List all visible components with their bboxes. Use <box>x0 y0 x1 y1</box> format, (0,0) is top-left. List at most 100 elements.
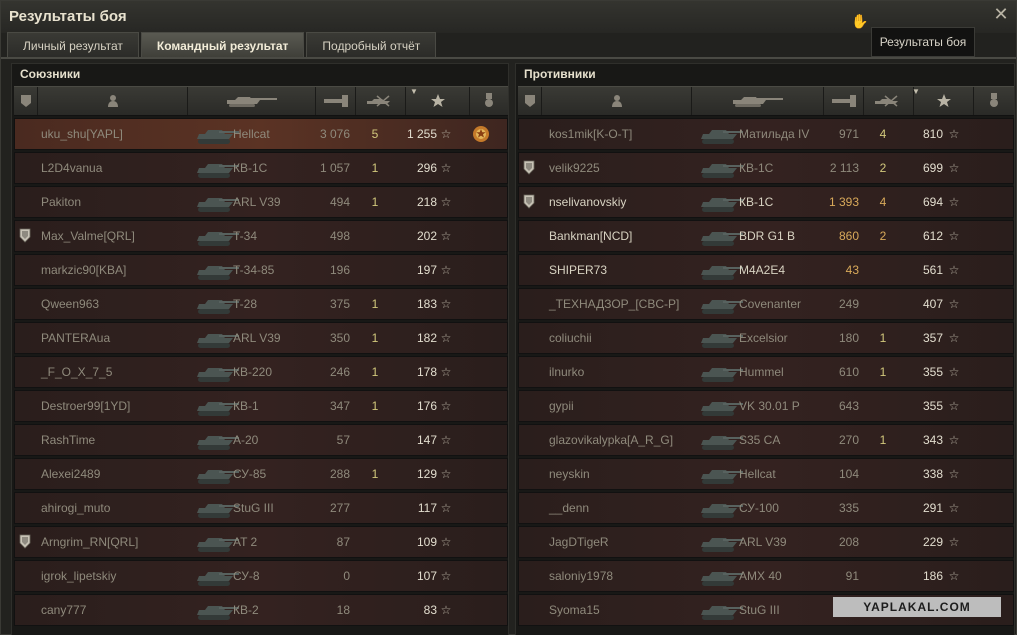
player-name[interactable]: velik9225 <box>549 153 600 183</box>
badge-slot <box>19 289 33 319</box>
close-icon[interactable]: ✕ <box>992 5 1010 23</box>
damage-value: 335 <box>838 501 859 515</box>
player-row[interactable]: L2D4vanua КВ-1С 1 057 1 296 ☆ <box>14 152 508 184</box>
star-icon: ☆ <box>948 501 960 515</box>
player-row[interactable]: markzic90[KBA] T-34-85 196 197 ☆ <box>14 254 508 286</box>
player-name[interactable]: RashTime <box>41 425 95 455</box>
player-row[interactable]: RashTime А-20 57 147 ☆ <box>14 424 508 456</box>
player-row[interactable]: neyskin Hellcat 104 338 ☆ <box>518 458 1014 490</box>
player-row[interactable]: glazovikalypka[A_R_G] S35 CA 270 1 343 ☆ <box>518 424 1014 456</box>
player-row[interactable]: Alexei2489 СУ-85 288 1 129 ☆ <box>14 458 508 490</box>
player-row[interactable]: igrok_lipetskiy СУ-8 0 107 ☆ <box>14 560 508 592</box>
player-name[interactable]: Max_Valme[QRL] <box>41 221 135 251</box>
frags-value: 1 <box>879 331 887 345</box>
player-name[interactable]: Syoma15 <box>549 595 600 625</box>
frags-value: 1 <box>371 297 379 311</box>
player-row[interactable]: Bankman[NCD] BDR G1 B 860 2 612 ☆ <box>518 220 1014 252</box>
medal-column-icon[interactable] <box>974 87 1014 115</box>
hand-cursor-icon: ✋ <box>851 13 869 29</box>
player-name[interactable]: markzic90[KBA] <box>41 255 126 285</box>
damage-column-icon[interactable] <box>316 87 356 115</box>
frags-column-icon[interactable] <box>356 87 406 115</box>
player-name[interactable]: neyskin <box>549 459 590 489</box>
player-row[interactable]: Destroer99[1YD] КВ-1 347 1 176 ☆ <box>14 390 508 422</box>
vehicle-name: ARL V39 <box>739 535 787 549</box>
player-name[interactable]: JagDTigeR <box>549 527 609 557</box>
player-name[interactable]: SHIPER73 <box>549 255 607 285</box>
player-name[interactable]: igrok_lipetskiy <box>41 561 116 591</box>
star-icon: ☆ <box>948 433 960 447</box>
player-column-icon[interactable] <box>542 87 692 115</box>
player-name[interactable]: coliuchii <box>549 323 592 353</box>
player-row[interactable]: Arngrim_RN[QRL] AT 2 87 109 ☆ <box>14 526 508 558</box>
player-row[interactable]: kos1mik[K-O-T] Матильда IV 971 4 810 ☆ <box>518 118 1014 150</box>
player-name[interactable]: Pakiton <box>41 187 81 217</box>
badge-column-icon[interactable] <box>14 87 38 115</box>
vehicle-name: Covenanter <box>739 297 802 311</box>
player-row[interactable]: gypii VK 30.01 P 643 355 ☆ <box>518 390 1014 422</box>
xp-column-star-icon[interactable] <box>914 87 974 115</box>
badge-slot <box>523 153 537 183</box>
player-name[interactable]: PANTERAua <box>41 323 110 353</box>
player-name[interactable]: Qween963 <box>41 289 99 319</box>
player-name[interactable]: cany777 <box>41 595 86 625</box>
xp-value: 218 <box>416 195 437 209</box>
player-name[interactable]: nselivanovskiy <box>549 187 626 217</box>
damage-value: 249 <box>838 297 859 311</box>
tab-detailed-report[interactable]: Подробный отчёт <box>306 32 437 58</box>
vehicle-column-icon[interactable] <box>692 87 824 115</box>
player-name[interactable]: _ТЕХНАДЗОР_[CBC-P] <box>549 289 679 319</box>
player-name[interactable]: Destroer99[1YD] <box>41 391 130 421</box>
star-icon: ☆ <box>948 569 960 583</box>
player-row[interactable]: ahirogi_muto StuG III 277 117 ☆ <box>14 492 508 524</box>
player-row[interactable]: __denn СУ-100 335 291 ☆ <box>518 492 1014 524</box>
player-row[interactable]: JagDTigeR ARL V39 208 229 ☆ <box>518 526 1014 558</box>
player-row[interactable]: PANTERAua ARL V39 350 1 182 ☆ <box>14 322 508 354</box>
player-row[interactable]: nselivanovskiy КВ-1С 1 393 4 694 ☆ <box>518 186 1014 218</box>
tank-silhouette-icon <box>701 606 743 620</box>
player-name[interactable]: glazovikalypka[A_R_G] <box>549 425 673 455</box>
badge-column-icon[interactable] <box>518 87 542 115</box>
frags-value: 1 <box>371 467 379 481</box>
star-icon: ☆ <box>440 331 452 345</box>
medal-column-icon[interactable] <box>470 87 508 115</box>
tank-silhouette-icon <box>701 334 743 348</box>
player-row[interactable]: SHIPER73 M4A2E4 43 561 ☆ <box>518 254 1014 286</box>
player-row[interactable]: coliuchii Excelsior 180 1 357 ☆ <box>518 322 1014 354</box>
tab-personal-result[interactable]: Личный результат <box>7 32 139 58</box>
vehicle-name: T-34-85 <box>233 263 275 277</box>
player-row[interactable]: Pakiton ARL V39 494 1 218 ☆ <box>14 186 508 218</box>
damage-value: 350 <box>329 331 350 345</box>
player-name[interactable]: L2D4vanua <box>41 153 102 183</box>
player-row[interactable]: velik9225 КВ-1С 2 113 2 699 ☆ <box>518 152 1014 184</box>
player-name[interactable]: Bankman[NCD] <box>549 221 632 251</box>
player-name[interactable]: Alexei2489 <box>41 459 100 489</box>
vehicle-column-icon[interactable] <box>188 87 316 115</box>
damage-column-icon[interactable] <box>824 87 864 115</box>
player-name[interactable]: ilnurko <box>549 357 584 387</box>
player-name[interactable]: __denn <box>549 493 589 523</box>
tab-team-result[interactable]: Командный результат <box>140 32 305 58</box>
player-row[interactable]: saloniy1978 AMX 40 91 186 ☆ <box>518 560 1014 592</box>
clan-badge-icon <box>523 160 535 175</box>
player-column-icon[interactable] <box>38 87 188 115</box>
player-name[interactable]: kos1mik[K-O-T] <box>549 119 632 149</box>
player-row[interactable]: _ТЕХНАДЗОР_[CBC-P] Covenanter 249 407 ☆ <box>518 288 1014 320</box>
player-row[interactable]: Max_Valme[QRL] T-34 498 202 ☆ <box>14 220 508 252</box>
frags-column-icon[interactable] <box>864 87 914 115</box>
damage-value: 57 <box>336 433 350 447</box>
player-name[interactable]: ahirogi_muto <box>41 493 110 523</box>
star-icon: ☆ <box>948 365 960 379</box>
player-name[interactable]: Arngrim_RN[QRL] <box>41 527 138 557</box>
player-name[interactable]: uku_shu[YAPL] <box>41 119 123 149</box>
player-row[interactable]: uku_shu[YAPL] Hellcat 3 076 5 1 255 ☆ <box>14 118 508 150</box>
player-row[interactable]: cany777 КВ-2 18 83 ☆ <box>14 594 508 626</box>
player-name[interactable]: saloniy1978 <box>549 561 613 591</box>
player-name[interactable]: gypii <box>549 391 574 421</box>
player-row[interactable]: ilnurko Hummel 610 1 355 ☆ <box>518 356 1014 388</box>
star-icon: ☆ <box>948 263 960 277</box>
player-row[interactable]: Qween963 T-28 375 1 183 ☆ <box>14 288 508 320</box>
player-name[interactable]: _F_O_X_7_5 <box>41 357 112 387</box>
tooltip: Результаты боя <box>871 27 975 57</box>
player-row[interactable]: _F_O_X_7_5 КВ-220 246 1 178 ☆ <box>14 356 508 388</box>
